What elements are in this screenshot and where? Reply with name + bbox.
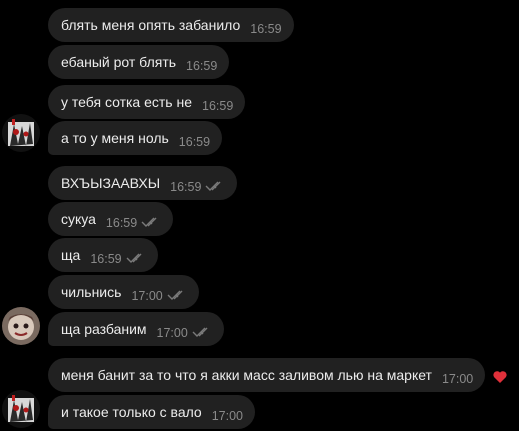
message-text: и такое только с вало [61,404,202,420]
message-bubble[interactable]: и такое только с вало 17:00 [48,395,255,429]
message-bubble[interactable]: а то у меня ноль 16:59 [48,121,223,155]
message-text: сукуа [61,211,96,227]
message-time: 17:00 [156,326,188,340]
message-text: ща разбаним [61,321,147,337]
read-checkmarks-icon [141,216,161,228]
message-bubble[interactable]: ебаный рот блять 16:59 [48,45,230,79]
message-time: 16:59 [90,252,122,266]
message-text: а то у меня ноль [61,130,169,146]
message-bubble[interactable]: у тебя сотка есть не 16:59 [48,85,246,119]
message-time: 16:59 [202,99,234,113]
message-text: ща [61,247,81,263]
heart-icon[interactable] [492,369,508,385]
avatar[interactable] [2,390,40,428]
message-text: ебаный рот блять [61,54,177,70]
message-bubble[interactable]: ща разбаним 17:00 [48,312,224,346]
message-text: чильнись [61,284,122,300]
message-bubble[interactable]: ВХЪЫЗААВХЫ 16:59 [48,166,238,200]
message-text: у тебя сотка есть не [61,94,193,110]
avatar[interactable] [2,307,40,345]
message-time: 16:59 [170,180,202,194]
message-bubble[interactable]: меня банит за то что я акки масс заливом… [48,358,486,392]
avatar[interactable] [2,114,40,152]
message-time: 17:00 [441,372,474,386]
message-bubble[interactable]: блять меня опять забанило 16:59 [48,8,294,42]
read-checkmarks-icon [205,180,225,192]
message-time: 16:59 [105,216,138,230]
read-checkmarks-icon [126,252,146,264]
message-text: ВХЪЫЗААВХЫ [61,175,161,191]
message-time: 16:59 [178,135,211,149]
message-time: 16:59 [186,59,218,73]
chat-area: блять меня опять забанило 16:59 ебаный р… [0,0,519,431]
read-checkmarks-icon [192,326,212,338]
message-time: 17:00 [211,409,243,423]
message-time: 16:59 [250,22,282,36]
message-bubble[interactable]: чильнись 17:00 [48,275,199,309]
message-bubble[interactable]: сукуа 16:59 [48,202,174,236]
message-time: 17:00 [131,289,163,303]
message-bubble[interactable]: ща 16:59 [48,238,158,272]
read-checkmarks-icon [167,289,187,301]
message-text: блять меня опять забанило [61,17,241,33]
message-text: меня банит за то что я акки масс заливом… [61,367,432,383]
